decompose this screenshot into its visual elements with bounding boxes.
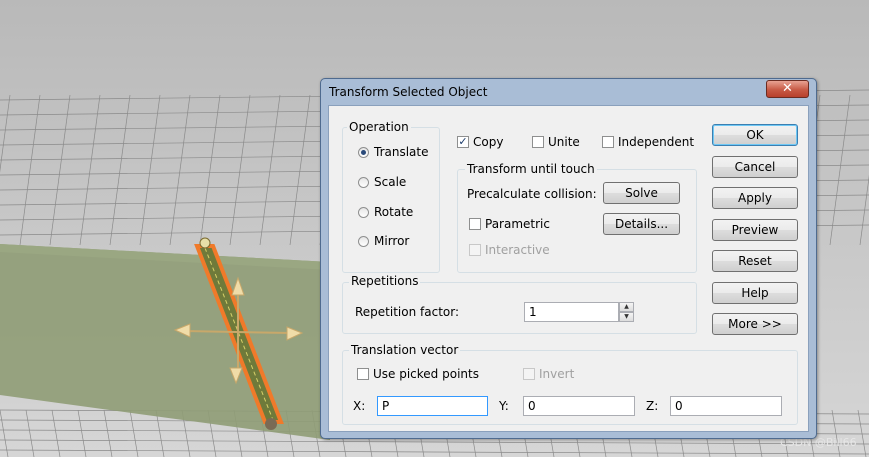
- use-picked-points-checkbox[interactable]: [357, 368, 369, 380]
- translation-vector-label: Translation vector: [349, 343, 461, 357]
- close-icon[interactable]: ✕: [766, 80, 809, 98]
- radio-mirror[interactable]: [358, 236, 369, 247]
- dialog-title: Transform Selected Object: [329, 85, 488, 99]
- spin-up-icon[interactable]: ▲: [619, 302, 634, 312]
- transform-until-touch-label: Transform until touch: [465, 162, 597, 176]
- z-input[interactable]: 0: [670, 396, 782, 416]
- interactive-checkbox: [469, 244, 481, 256]
- invert-label: Invert: [539, 367, 575, 381]
- interactive-label: Interactive: [485, 243, 550, 257]
- use-picked-points-label[interactable]: Use picked points: [373, 367, 479, 381]
- help-button[interactable]: Help: [712, 282, 798, 304]
- operation-group-label: Operation: [347, 120, 411, 134]
- spin-down-icon[interactable]: ▼: [619, 312, 634, 322]
- reset-button[interactable]: Reset: [712, 250, 798, 272]
- preview-button[interactable]: Preview: [712, 219, 798, 241]
- precalculate-collision-label: Precalculate collision:: [467, 187, 597, 201]
- radio-translate[interactable]: [358, 147, 369, 158]
- details-button[interactable]: Details...: [603, 213, 680, 235]
- independent-label[interactable]: Independent: [618, 135, 694, 149]
- copy-checkbox[interactable]: ✓: [457, 136, 469, 148]
- y-label: Y:: [499, 399, 509, 413]
- x-label: X:: [353, 399, 366, 413]
- unite-label[interactable]: Unite: [548, 135, 580, 149]
- transform-dialog: Transform Selected Object ✕ Operation Tr…: [320, 78, 817, 439]
- radio-rotate-label[interactable]: Rotate: [374, 205, 413, 219]
- unite-checkbox[interactable]: [532, 136, 544, 148]
- radio-mirror-label[interactable]: Mirror: [374, 234, 409, 248]
- ok-button[interactable]: OK: [712, 124, 798, 146]
- radio-scale-label[interactable]: Scale: [374, 175, 406, 189]
- independent-checkbox[interactable]: [602, 136, 614, 148]
- dialog-client: Operation Translate Scale Rotate Mirror …: [328, 105, 809, 432]
- repetitions-label: Repetitions: [349, 274, 421, 288]
- apply-button[interactable]: Apply: [712, 187, 798, 209]
- radio-translate-label[interactable]: Translate: [374, 145, 429, 159]
- more-button[interactable]: More >>: [712, 313, 798, 335]
- copy-label[interactable]: Copy: [473, 135, 503, 149]
- invert-checkbox: [523, 368, 535, 380]
- x-input[interactable]: P: [377, 396, 488, 416]
- parametric-checkbox[interactable]: [469, 218, 481, 230]
- z-label: Z:: [646, 399, 659, 413]
- repetition-factor-input[interactable]: 1: [524, 302, 619, 322]
- radio-scale[interactable]: [358, 177, 369, 188]
- parametric-label[interactable]: Parametric: [485, 217, 550, 231]
- cancel-button[interactable]: Cancel: [712, 156, 798, 178]
- y-input[interactable]: 0: [523, 396, 635, 416]
- solve-button[interactable]: Solve: [603, 182, 680, 204]
- radio-rotate[interactable]: [358, 207, 369, 218]
- repetition-factor-label: Repetition factor:: [355, 305, 460, 319]
- title-bar[interactable]: Transform Selected Object ✕: [321, 79, 816, 105]
